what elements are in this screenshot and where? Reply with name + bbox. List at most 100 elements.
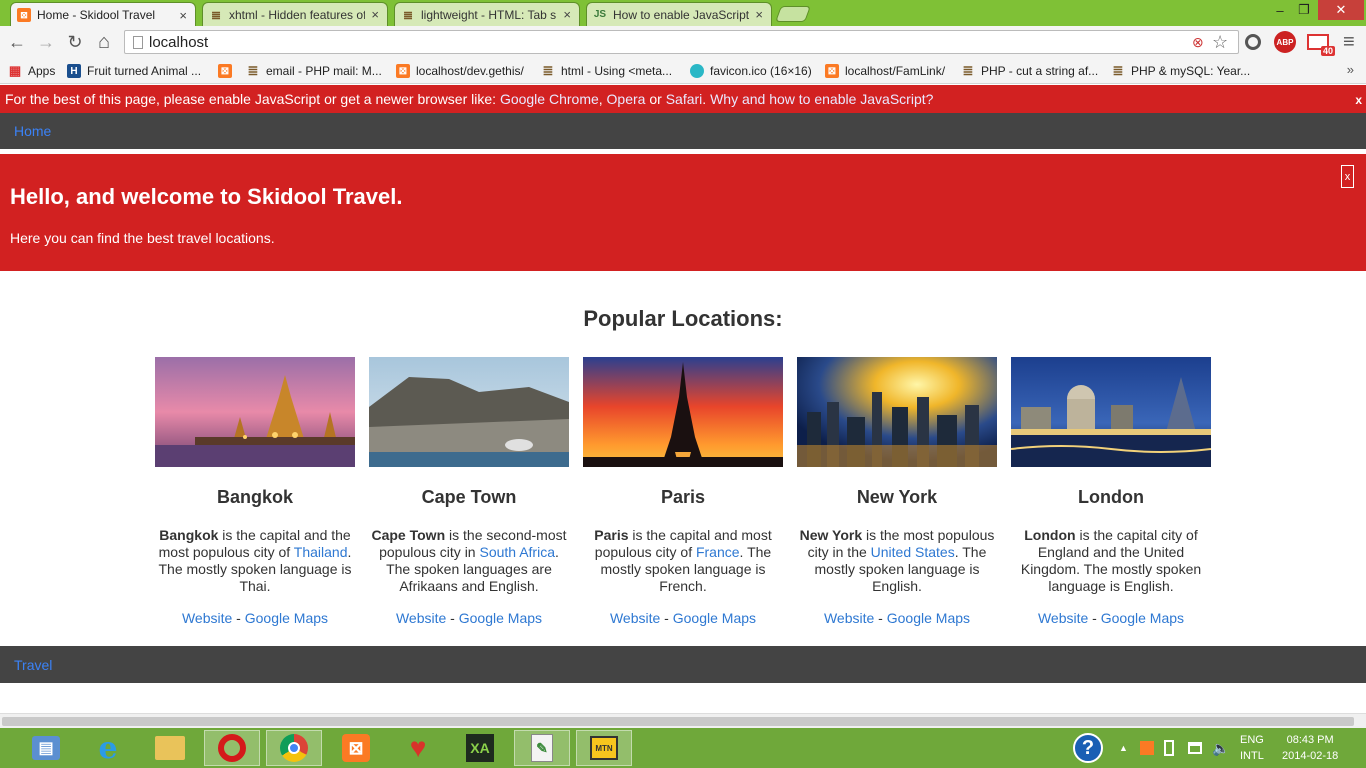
opera-link[interactable]: Opera (607, 91, 646, 107)
bookmark-fruit[interactable]: H Fruit turned Animal ... (67, 62, 201, 80)
location-links: Website - Google Maps (583, 610, 783, 626)
google-chrome-link[interactable]: Google Chrome (500, 91, 599, 107)
network-icon[interactable] (1188, 728, 1202, 768)
horizontal-scrollbar[interactable] (0, 713, 1366, 728)
opera-icon[interactable] (204, 730, 260, 766)
close-icon[interactable]: × (563, 7, 571, 22)
code-editor-icon[interactable]: XA (452, 730, 508, 766)
tab-home-skidool[interactable]: ⊠ Home - Skidool Travel × (10, 2, 196, 27)
bookmark-email-php[interactable]: ≣ email - PHP mail: M... (246, 62, 382, 80)
browser-titlebar: ⊠ Home - Skidool Travel × ≣ xhtml - Hidd… (0, 0, 1366, 27)
bookmark-famlink[interactable]: ⊠ localhost/FamLink/ (825, 62, 945, 80)
volume-icon[interactable]: 🔈 (1212, 728, 1229, 768)
bookmark-dev-gethis[interactable]: ⊠ localhost/dev.gethis/ (396, 62, 524, 80)
chrome-icon[interactable] (266, 730, 322, 766)
bookmark-html-meta[interactable]: ≣ html - Using <meta... (541, 62, 673, 80)
location-bold-name: Paris (594, 527, 629, 543)
bookmark-php-mysql[interactable]: ≣ PHP & mySQL: Year... (1111, 62, 1251, 80)
nojs-close-button[interactable]: x (1355, 93, 1362, 107)
google-maps-link[interactable]: Google Maps (1101, 610, 1184, 626)
country-link[interactable]: France (696, 544, 740, 560)
google-maps-link[interactable]: Google Maps (673, 610, 756, 626)
control-panel-icon[interactable]: ▤ (18, 730, 74, 766)
maximize-button[interactable]: ❐ (1292, 0, 1316, 20)
location-bold-name: Cape Town (371, 527, 446, 543)
tab-label: How to enable JavaScript i (613, 7, 750, 22)
bookmark-favicon[interactable]: favicon.ico (16×16) (690, 62, 812, 80)
bookmark-label: Fruit turned Animal ... (87, 64, 202, 78)
clock[interactable]: 08:43 PM 2014-02-18 (1282, 728, 1338, 768)
xampp-icon[interactable]: ⊠ (328, 730, 384, 766)
home-button[interactable]: ⌂ (92, 30, 116, 54)
gmail-notifier-icon[interactable]: 40 (1306, 32, 1335, 56)
location-name: New York (856, 487, 938, 507)
bookmarks-overflow-icon[interactable]: » (1347, 62, 1354, 77)
location-card-bangkok: Bangkok Bangkok is the capital and the m… (155, 357, 355, 626)
country-link[interactable]: South Africa (480, 544, 556, 560)
minimize-button[interactable]: – (1268, 0, 1292, 20)
notepad-icon[interactable]: ✎ (514, 730, 570, 766)
website-link[interactable]: Website (396, 610, 446, 626)
website-link[interactable]: Website (1038, 610, 1088, 626)
enable-js-help-link[interactable]: Why and how to enable JavaScript? (710, 91, 933, 107)
google-maps-link[interactable]: Google Maps (245, 610, 328, 626)
bookmark-xampp[interactable]: ⊠ (218, 62, 238, 80)
heart-app-icon[interactable]: ♥ (390, 730, 446, 766)
link-separator: - (446, 610, 459, 626)
xampp-tray-icon[interactable] (1140, 728, 1154, 768)
language-code: ENG (1240, 734, 1264, 746)
bookmark-star-icon[interactable]: ☆ (1212, 32, 1228, 53)
file-explorer-icon[interactable] (142, 730, 198, 766)
location-name: Bangkok (216, 487, 294, 507)
address-bar[interactable]: localhost (124, 30, 1239, 54)
footer-travel-link[interactable]: Travel (14, 657, 52, 673)
tab-lightweight[interactable]: ≣ lightweight - HTML: Tab s × (394, 2, 580, 26)
link-separator: - (660, 610, 673, 626)
nav-home-link[interactable]: Home (14, 123, 51, 139)
banner-close-button[interactable]: x (1341, 165, 1354, 188)
xampp-icon: ⊠ (396, 64, 410, 78)
bookmark-label: localhost/FamLink/ (845, 64, 946, 78)
close-icon[interactable]: × (371, 7, 379, 22)
close-window-button[interactable]: ✕ (1318, 0, 1364, 20)
bookmark-apps[interactable]: ▦ Apps (8, 62, 56, 80)
close-icon[interactable]: × (179, 8, 187, 23)
website-link[interactable]: Website (182, 610, 232, 626)
forward-button[interactable]: → (34, 30, 58, 54)
tray-overflow-icon[interactable]: ▲ (1119, 728, 1128, 768)
close-icon[interactable]: × (755, 7, 763, 22)
link-separator: - (874, 610, 887, 626)
website-link[interactable]: Website (824, 610, 874, 626)
xampp-icon: ⊠ (218, 64, 232, 78)
country-link[interactable]: United States (871, 544, 955, 560)
london-photo (1011, 357, 1211, 467)
bookmark-php-cut[interactable]: ≣ PHP - cut a string af... (961, 62, 1099, 80)
country-link[interactable]: Thailand (294, 544, 348, 560)
website-link[interactable]: Website (610, 610, 660, 626)
scrollbar-thumb[interactable] (2, 717, 1354, 726)
location-card-london: London London is the capital city of Eng… (1011, 357, 1211, 626)
google-maps-link[interactable]: Google Maps (459, 610, 542, 626)
location-links: Website - Google Maps (369, 610, 569, 626)
location-description: Cape Town is the second-most populous ci… (369, 527, 569, 595)
battery-icon[interactable] (1164, 728, 1174, 768)
menu-icon[interactable]: ≡ (1343, 31, 1355, 54)
blocked-content-icon[interactable]: ⊗ (1192, 34, 1204, 51)
tab-enable-js[interactable]: JS How to enable JavaScript i × (586, 2, 772, 26)
back-button[interactable]: ← (5, 30, 29, 54)
internet-explorer-icon[interactable]: e (80, 730, 136, 766)
google-maps-link[interactable]: Google Maps (887, 610, 970, 626)
new-tab-button[interactable] (775, 6, 811, 22)
language-indicator[interactable]: ENG INTL (1240, 728, 1264, 768)
adblock-plus-icon[interactable]: ABP (1274, 31, 1296, 53)
new-york-photo (797, 357, 997, 467)
tab-xhtml[interactable]: ≣ xhtml - Hidden features of × (202, 2, 388, 26)
link-separator: - (1088, 610, 1101, 626)
page-icon (133, 36, 143, 49)
mtn-modem-icon[interactable]: MTN (576, 730, 632, 766)
safari-link[interactable]: Safari (666, 91, 703, 107)
extension-icon[interactable] (1244, 32, 1262, 52)
help-icon[interactable]: ? (1073, 728, 1103, 768)
reload-button[interactable]: ↻ (63, 30, 87, 54)
keyboard-layout: INTL (1240, 750, 1264, 762)
